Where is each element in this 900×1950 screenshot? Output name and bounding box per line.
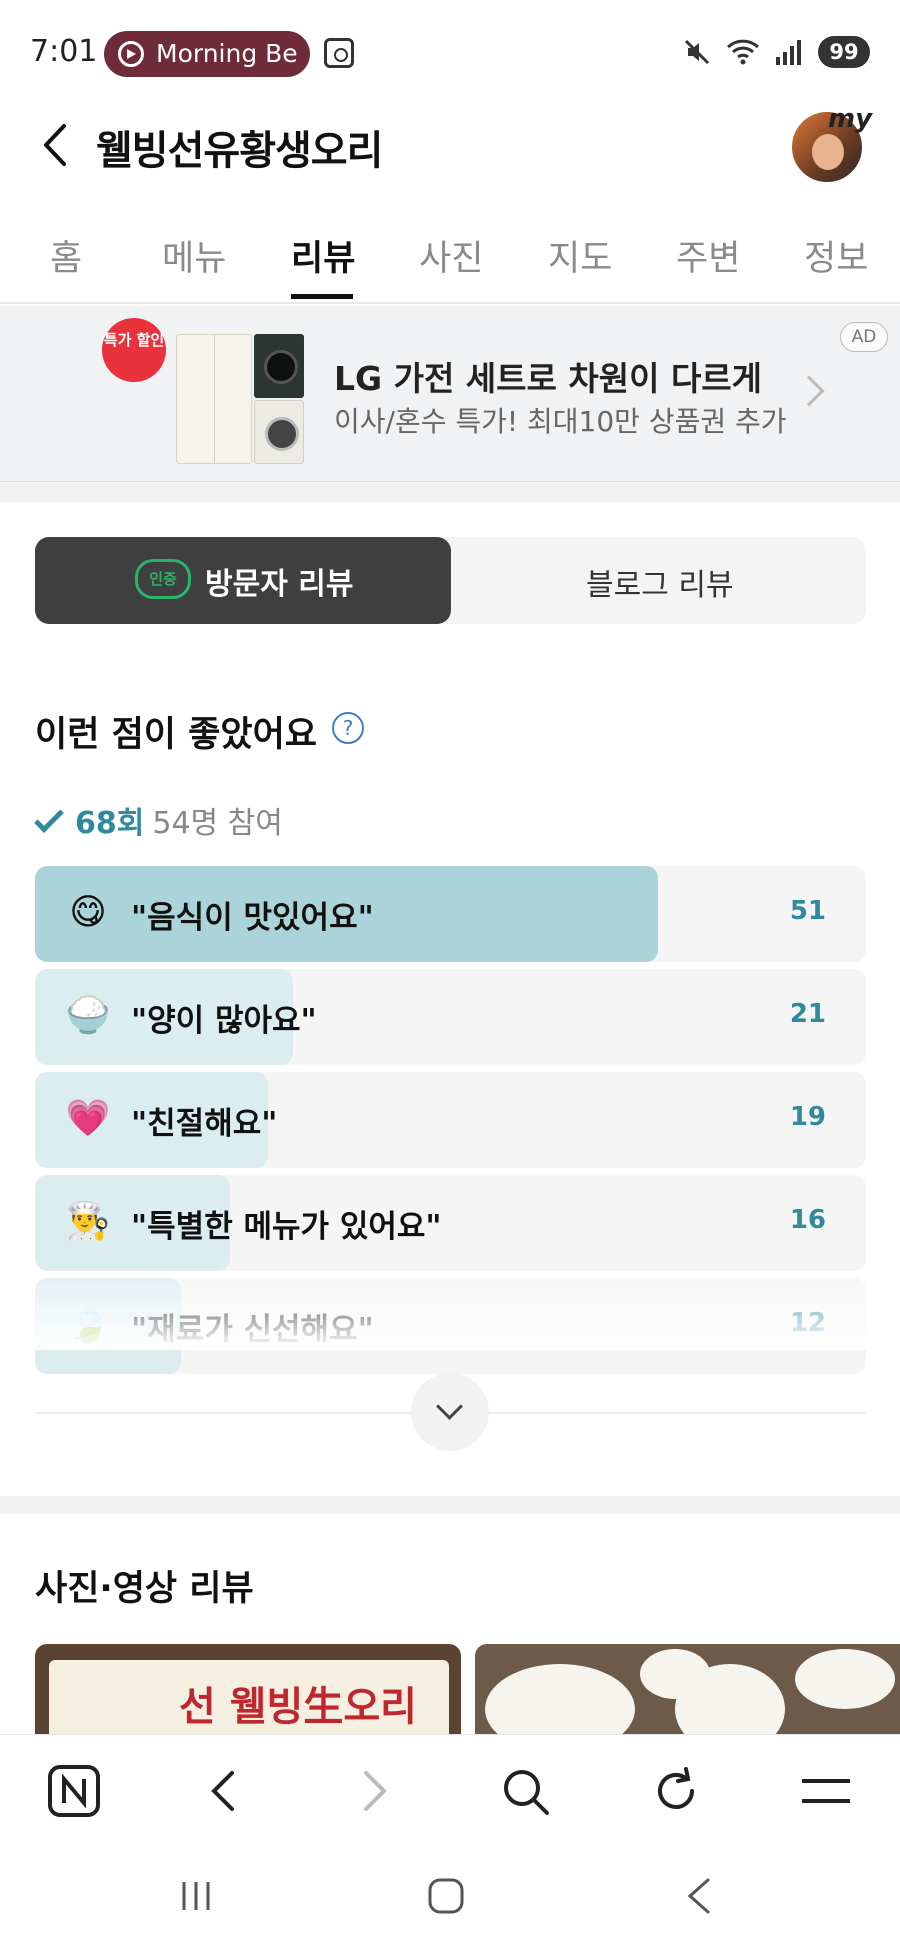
tab-nearby[interactable]: 주변 [676,230,740,281]
signal-icon [776,40,801,65]
keyword-label: "음식이 맛있어요" [131,900,374,936]
section-divider-2 [0,1496,900,1514]
tab-reviews[interactable]: 리뷰 [291,230,355,281]
help-icon[interactable]: ? [332,712,364,744]
keyword-label: "친절해요" [131,1106,278,1142]
keyword-label: "특별한 메뉴가 있어요" [131,1209,442,1245]
keyword-count: 21 [789,999,826,1029]
good-points-heading: 이런 점이 좋았어요 [35,715,317,755]
section-divider [0,482,900,502]
tab-map[interactable]: 지도 [548,230,612,281]
participant-count: 54명 참여 [152,806,283,841]
photo-review-thumb[interactable]: 선 웰빙生오리 [35,1644,461,1734]
keyword-bar-row: 👨‍🍳 "특별한 메뉴가 있어요" 16 [35,1175,866,1271]
my-badge: my [828,104,873,134]
list-fade [0,1270,900,1350]
sign-text: 선 웰빙生오리 [179,1684,417,1730]
page-title: 웰빙선유황생오리 [96,128,383,174]
photo-review-heading: 사진·영상 리뷰 [35,1569,254,1609]
photo-review-thumb[interactable] [475,1644,900,1734]
avatar[interactable]: my [790,104,872,184]
vote-summary: 68회 54명 참여 [34,798,283,842]
side-dish-image [795,1649,895,1709]
keyword-count: 19 [789,1102,826,1132]
check-icon [34,803,64,833]
forward-icon[interactable] [346,1763,402,1819]
restaurant-sign-image: 선 웰빙生오리 [49,1660,449,1734]
back-icon[interactable] [196,1763,252,1819]
vote-count: 68회 [75,806,145,841]
wifi-icon [726,39,760,65]
media-pill-label: Morning Be [156,39,298,68]
play-icon [118,41,144,67]
back-arrow-icon[interactable] [32,120,82,170]
smiling-face-icon: 😋 [69,892,107,933]
blog-review-button[interactable]: 블로그 리뷰 [586,560,734,604]
keyword-bar-row: 💗 "친절해요" 19 [35,1072,866,1168]
mute-icon [684,39,710,65]
refrigerator-image [176,334,252,464]
status-bar: 7:01 Morning Be 99 [0,0,900,108]
ad-subtitle: 이사/혼수 특가! 최대10만 상품권 추가 [334,405,787,438]
system-nav-bar [0,1846,900,1950]
system-back-icon[interactable] [680,1876,720,1916]
naver-home-icon[interactable] [46,1763,102,1819]
browser-toolbar [0,1734,900,1846]
washer-image [254,334,304,398]
visitor-review-label: 방문자 리뷰 [205,567,354,602]
ad-title: LG 가전 세트로 차원이 다르게 [334,359,763,398]
search-icon[interactable] [497,1763,553,1819]
refresh-icon[interactable] [648,1763,704,1819]
visitor-review-button[interactable]: 인증 방문자 리뷰 [35,537,451,624]
ad-tag[interactable]: AD [840,322,888,352]
certified-badge-icon: 인증 [135,559,191,599]
tab-menu[interactable]: 메뉴 [162,230,226,281]
menu-icon[interactable] [798,1763,854,1819]
keyword-count: 16 [789,1205,826,1235]
keyword-bar-row: 😋 "음식이 맛있어요" 51 [35,866,866,962]
media-pill[interactable]: Morning Be [104,31,310,77]
tab-photos[interactable]: 사진 [419,230,483,281]
status-icons: 99 [682,32,870,72]
keyword-bar-row: 🍚 "양이 많아요" 21 [35,969,866,1065]
expand-more-button[interactable] [411,1373,489,1451]
keyword-label: "양이 많아요" [131,1003,317,1039]
home-icon[interactable] [426,1876,466,1916]
avatar-face [812,134,844,170]
keyword-count: 51 [789,896,826,926]
heart-face-icon: 💗 [65,1098,111,1139]
active-tab-indicator [291,294,353,299]
dryer-image [254,400,304,464]
battery-indicator: 99 [818,36,870,68]
tab-info[interactable]: 정보 [804,230,868,281]
status-time: 7:01 [30,34,98,69]
side-dish-image [485,1664,635,1734]
recent-apps-icon[interactable] [176,1876,216,1916]
tab-home[interactable]: 홈 [50,230,82,281]
chef-icon: 👨‍🍳 [65,1201,111,1242]
screenshot-icon [324,38,354,68]
place-tabs: 홈 메뉴 리뷰 사진 지도 주변 정보 [0,222,900,304]
sale-badge: 특가 할인 [102,318,166,382]
rice-bowl-icon: 🍚 [65,995,111,1036]
